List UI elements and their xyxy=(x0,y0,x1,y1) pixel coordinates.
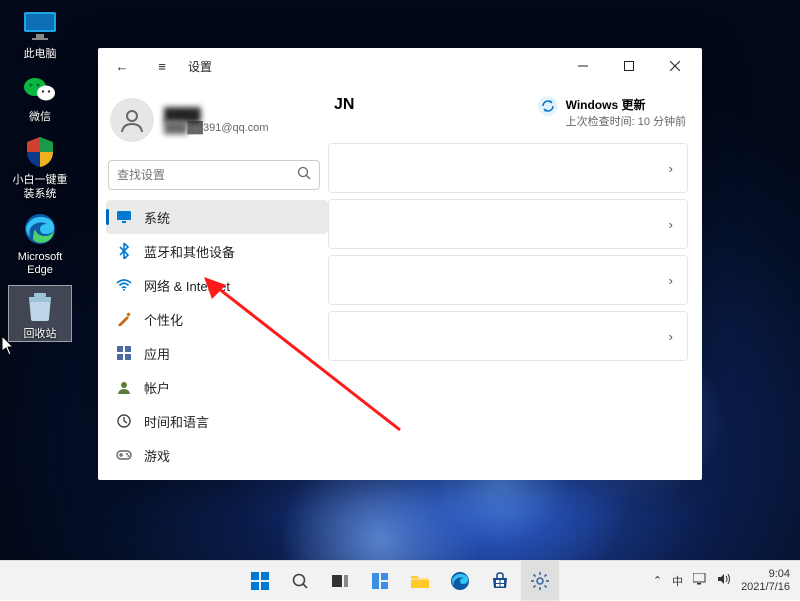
chevron-right-icon: › xyxy=(669,273,673,288)
update-sub: 上次检查时间: 10 分钟前 xyxy=(566,113,686,129)
nav-label: 个性化 xyxy=(144,310,183,329)
nav-item-time[interactable]: 时间和语言 xyxy=(106,404,328,438)
device-name: JN xyxy=(334,96,354,114)
settings-card[interactable]: › xyxy=(328,143,688,193)
time-icon xyxy=(116,413,132,429)
nav-item-apps[interactable]: 应用 xyxy=(106,336,328,370)
minimize-button[interactable] xyxy=(560,48,606,84)
back-button[interactable]: ← xyxy=(102,48,142,84)
user-email: █████391@qq.com xyxy=(164,122,269,134)
nav: 系统蓝牙和其他设备网络 & Internet 个性化应用帐户时间和语言游戏辅助功能 xyxy=(106,200,328,480)
desktop-icon-recycle-bin[interactable]: 回收站 xyxy=(8,285,72,342)
desktop-icon-this-pc[interactable]: 此电脑 xyxy=(8,6,72,61)
nav-label: 游戏 xyxy=(144,446,170,465)
nav-label: 网络 & Internet xyxy=(144,276,230,295)
start-button[interactable] xyxy=(241,561,279,601)
settings-cards: › › › › xyxy=(328,143,688,361)
network-icon[interactable] xyxy=(693,573,707,588)
nav-label: 时间和语言 xyxy=(144,412,209,431)
settings-card[interactable]: › xyxy=(328,199,688,249)
nav-item-system[interactable]: 系统 xyxy=(106,200,328,234)
desktop-icon-edge[interactable]: Microsoft Edge xyxy=(8,209,72,277)
system-tray: ⌃ 中 9:04 2021/7/16 xyxy=(653,568,800,592)
nav-label: 系统 xyxy=(144,208,170,227)
user-block[interactable]: ████ █████391@qq.com xyxy=(106,92,328,156)
avatar xyxy=(110,98,154,142)
shield-icon xyxy=(20,132,60,172)
chevron-right-icon: › xyxy=(669,329,673,344)
nav-item-personalize[interactable]: 个性化 xyxy=(106,302,328,336)
user-name: ████ xyxy=(164,107,269,122)
network-icon xyxy=(116,277,132,293)
settings-card[interactable]: › xyxy=(328,311,688,361)
monitor-icon xyxy=(20,6,60,46)
taskbar-center xyxy=(241,561,559,601)
nav-item-gaming[interactable]: 游戏 xyxy=(106,438,328,472)
ime-indicator[interactable]: 中 xyxy=(672,573,683,589)
apps-icon xyxy=(116,345,132,361)
store-button[interactable] xyxy=(481,561,519,601)
wechat-icon xyxy=(20,69,60,109)
taskbar-search[interactable] xyxy=(281,561,319,601)
icon-label: 微信 xyxy=(8,111,72,124)
desktop-icon-xiaobai[interactable]: 小白一键重装系统 xyxy=(8,132,72,200)
desktop-icons: 此电脑 微信 小白一键重装系统 Microsoft Edge 回收站 xyxy=(8,6,72,350)
explorer-button[interactable] xyxy=(401,561,439,601)
taskbar: ⌃ 中 9:04 2021/7/16 xyxy=(0,560,800,600)
edge-button[interactable] xyxy=(441,561,479,601)
settings-card[interactable]: › xyxy=(328,255,688,305)
icon-label: 此电脑 xyxy=(8,48,72,61)
nav-label: 帐户 xyxy=(144,378,170,397)
bluetooth-icon xyxy=(116,243,132,259)
icon-label: Microsoft Edge xyxy=(8,251,72,277)
search-box[interactable] xyxy=(108,160,320,190)
nav-item-network[interactable]: 网络 & Internet xyxy=(106,268,328,302)
icon-label: 回收站 xyxy=(9,328,71,341)
volume-icon[interactable] xyxy=(717,573,731,588)
accounts-icon xyxy=(116,379,132,395)
sync-icon xyxy=(538,96,558,116)
update-title: Windows 更新 xyxy=(566,96,686,113)
menu-button[interactable]: ≡ xyxy=(142,48,182,84)
task-view-button[interactable] xyxy=(321,561,359,601)
nav-label: 蓝牙和其他设备 xyxy=(144,242,235,261)
nav-label: 应用 xyxy=(144,344,170,363)
titlebar: ← ≡ 设置 xyxy=(98,48,702,84)
gaming-icon xyxy=(116,447,132,463)
window-title: 设置 xyxy=(188,58,212,75)
personalize-icon xyxy=(116,311,132,327)
time: 9:04 xyxy=(741,568,790,580)
nav-item-accessibility[interactable]: 辅助功能 xyxy=(106,472,328,480)
nav-label: 辅助功能 xyxy=(144,480,196,481)
maximize-button[interactable] xyxy=(606,48,652,84)
recycle-bin-icon xyxy=(20,286,60,326)
search-input[interactable] xyxy=(117,168,297,182)
desktop-icon-wechat[interactable]: 微信 xyxy=(8,69,72,124)
nav-item-accounts[interactable]: 帐户 xyxy=(106,370,328,404)
sidebar: ████ █████391@qq.com 系统蓝牙和其他设备网络 & Inter… xyxy=(98,84,328,480)
settings-button[interactable] xyxy=(521,561,559,601)
widgets-button[interactable] xyxy=(361,561,399,601)
chevron-right-icon: › xyxy=(669,161,673,176)
cursor-icon xyxy=(2,336,16,356)
edge-icon xyxy=(20,209,60,249)
close-button[interactable] xyxy=(652,48,698,84)
date: 2021/7/16 xyxy=(741,581,790,593)
icon-label: 小白一键重装系统 xyxy=(8,174,72,200)
main-content: JN Windows 更新 上次检查时间: 10 分钟前 › › › › xyxy=(328,84,702,480)
settings-window: ← ≡ 设置 ████ █████391@qq.com xyxy=(98,48,702,480)
search-icon xyxy=(297,166,311,185)
chevron-right-icon: › xyxy=(669,217,673,232)
windows-update-card[interactable]: Windows 更新 上次检查时间: 10 分钟前 xyxy=(538,96,686,129)
nav-item-bluetooth[interactable]: 蓝牙和其他设备 xyxy=(106,234,328,268)
tray-chevron-up-icon[interactable]: ⌃ xyxy=(653,574,662,587)
system-icon xyxy=(116,209,132,225)
clock[interactable]: 9:04 2021/7/16 xyxy=(741,568,790,592)
